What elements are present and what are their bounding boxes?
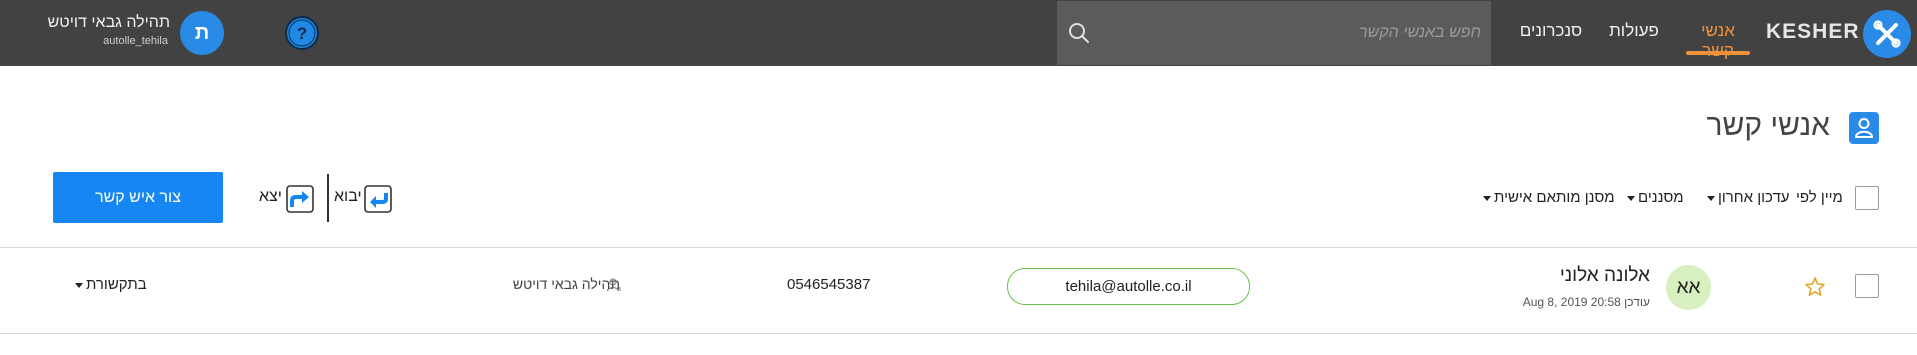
logo-scissors-icon	[1873, 20, 1901, 48]
page-title: אנשי קשר	[1706, 109, 1830, 142]
top-navigation-bar: KESHER אנשי קשר פעולות סנכרונים ? ת תהיל…	[0, 0, 1917, 66]
nav-tab-syncs[interactable]: סנכרונים	[1518, 21, 1584, 41]
user-avatar[interactable]: ת	[180, 11, 224, 55]
row-divider	[0, 333, 1917, 334]
search-icon[interactable]	[1067, 21, 1091, 45]
chevron-down-icon	[75, 282, 83, 288]
help-icon[interactable]: ?	[284, 15, 320, 51]
contact-name[interactable]: אלונה אלוני	[1440, 265, 1650, 287]
nav-active-indicator	[1686, 51, 1750, 55]
contact-status-dropdown[interactable]: בתקשורת	[72, 276, 147, 293]
contacts-page-icon	[1849, 112, 1879, 144]
svg-text:?: ?	[297, 24, 307, 43]
select-all-checkbox[interactable]	[1855, 186, 1879, 210]
custom-filter-label: מסנן מותאם אישית	[1494, 189, 1615, 206]
sort-label: מיין לפי	[1796, 189, 1843, 206]
custom-filter-dropdown[interactable]: מסנן מותאם אישית	[1480, 189, 1615, 206]
search-input[interactable]	[1097, 1, 1481, 65]
header-divider	[0, 247, 1917, 248]
export-label[interactable]: יצא	[259, 188, 282, 206]
import-icon[interactable]	[364, 185, 392, 213]
user-name[interactable]: תהילה גבאי דויטש	[30, 14, 170, 32]
create-contact-button[interactable]: צור איש קשר	[53, 172, 223, 223]
contact-status-label: בתקשורת	[86, 276, 147, 293]
sort-dropdown[interactable]: עדכון אחרון	[1704, 189, 1790, 206]
row-checkbox[interactable]	[1855, 274, 1879, 298]
filters-dropdown[interactable]: מסננים	[1624, 189, 1684, 206]
nav-tab-actions[interactable]: פעולות	[1606, 21, 1662, 41]
sort-value: עדכון אחרון	[1718, 189, 1790, 206]
export-icon[interactable]	[286, 185, 314, 213]
chevron-down-icon	[1707, 195, 1715, 201]
toolbar-divider	[327, 174, 329, 222]
kesher-logo-icon[interactable]	[1863, 10, 1911, 58]
search-box	[1057, 1, 1491, 65]
person-icon	[1854, 118, 1874, 138]
nav-tab-contacts[interactable]: אנשי קשר	[1686, 21, 1750, 61]
contact-avatar: אא	[1666, 265, 1711, 310]
user-login: autolle_tehila	[103, 35, 168, 47]
star-icon[interactable]	[1804, 276, 1826, 298]
contact-updated-timestamp: עודכן Aug 8, 2019 20:58	[1522, 295, 1650, 309]
import-label[interactable]: יבוא	[334, 188, 362, 206]
chevron-down-icon	[1627, 195, 1635, 201]
contact-owner: תהילה גבאי דויטש	[512, 276, 620, 292]
chevron-down-icon	[1483, 195, 1491, 201]
logo-text: KESHER	[1766, 20, 1860, 43]
contact-phone[interactable]: 0546545387	[787, 276, 870, 293]
contact-email[interactable]: tehila@autolle.co.il	[1007, 268, 1250, 305]
filters-label: מסננים	[1638, 189, 1684, 206]
